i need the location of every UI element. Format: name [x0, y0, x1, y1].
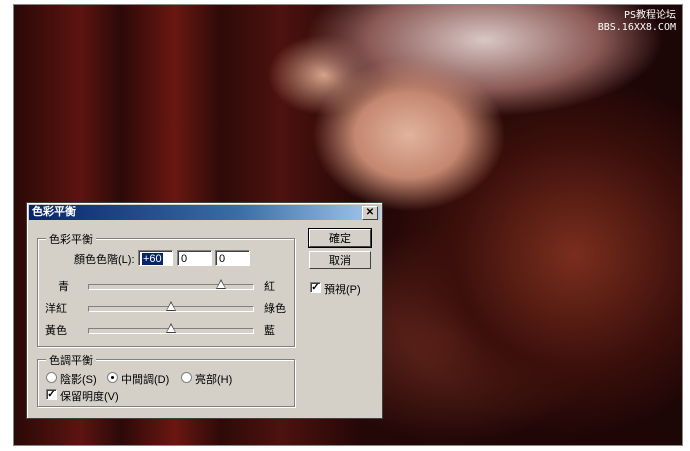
cancel-button[interactable]: 取消: [309, 251, 371, 269]
tone-balance-group-title: 色調平衡: [46, 352, 96, 368]
radio-highlights[interactable]: [181, 372, 192, 383]
radio-shadows-label[interactable]: 陰影(S): [60, 371, 97, 387]
tone-balance-group: 色調平衡 陰影(S) 中間調(D) 亮部(H) ✓ 保留明度(V): [37, 352, 295, 407]
slider-cyan-label: 青: [58, 281, 69, 293]
slider-green-label: 綠色: [264, 303, 286, 315]
watermark-line2: BBS.16XX8.COM: [597, 22, 676, 33]
dialog-titlebar[interactable]: 色彩平衡 ✕: [29, 205, 380, 220]
slider-yellow-label: 黃色: [45, 325, 67, 337]
slider-magenta-label: 洋紅: [45, 303, 67, 315]
watermark-line1: PS教程论坛: [623, 10, 676, 21]
preview-checkbox[interactable]: ✓: [310, 282, 321, 293]
level-field-yellow-blue[interactable]: 0: [215, 250, 250, 266]
preserve-luminosity-checkbox[interactable]: ✓: [46, 389, 57, 400]
radio-shadows[interactable]: [46, 372, 57, 383]
radio-midtones-label[interactable]: 中間調(D): [121, 371, 169, 387]
close-button[interactable]: ✕: [362, 206, 378, 220]
color-balance-dialog: 色彩平衡 ✕ 色彩平衡 顏色色階(L): +60 0 0 青 紅 洋紅 綠色 黃…: [26, 202, 383, 419]
preview-label[interactable]: 預視(P): [324, 281, 361, 297]
radio-midtones[interactable]: [107, 372, 118, 383]
level-field-cyan-red[interactable]: +60: [138, 250, 173, 266]
dialog-title: 色彩平衡: [32, 206, 76, 218]
color-balance-group-title: 色彩平衡: [46, 231, 96, 247]
level-field-magenta-green[interactable]: 0: [177, 250, 212, 266]
watermark: PS教程论坛 BBS.16XX8.COM: [598, 10, 676, 34]
slider-cyan-red[interactable]: [88, 279, 254, 290]
slider-yellow-blue[interactable]: [88, 323, 254, 334]
slider-magenta-green[interactable]: [88, 301, 254, 312]
ok-button[interactable]: 確定: [308, 228, 372, 248]
color-balance-group: 色彩平衡 顏色色階(L): +60 0 0 青 紅 洋紅 綠色 黃色 藍: [37, 231, 295, 347]
slider-blue-label: 藍: [264, 325, 275, 337]
preserve-luminosity-label[interactable]: 保留明度(V): [60, 388, 119, 404]
radio-highlights-label[interactable]: 亮部(H): [195, 371, 232, 387]
slider-red-label: 紅: [264, 281, 275, 293]
color-levels-label: 顏色色階(L):: [74, 254, 135, 266]
